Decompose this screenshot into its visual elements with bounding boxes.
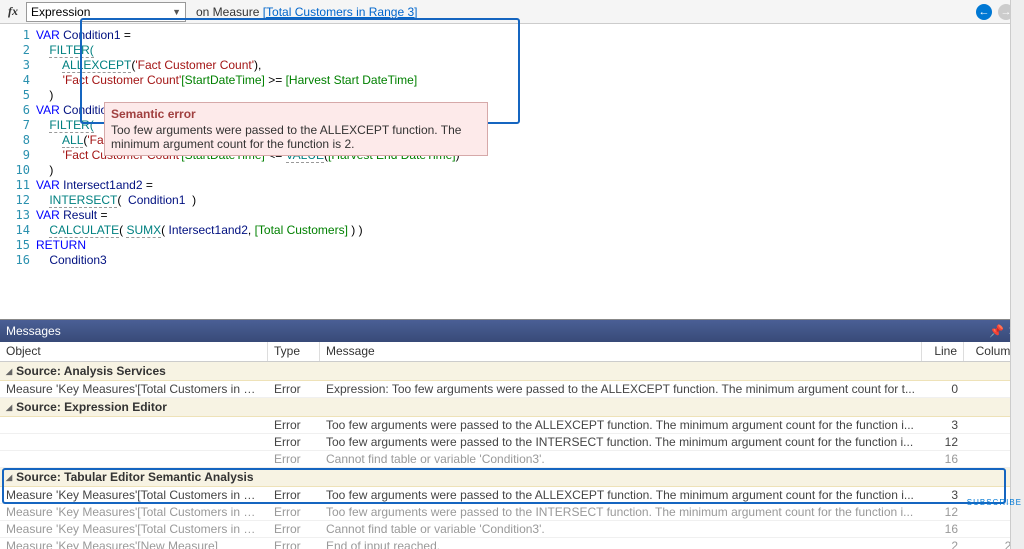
tooltip-title: Semantic error <box>111 107 481 121</box>
messages-header[interactable]: Messages 📌 ✕ <box>0 320 1024 342</box>
measure-link[interactable]: [Total Customers in Range 3] <box>263 5 418 19</box>
message-row[interactable]: Measure 'Key Measures'[Total Customers i… <box>0 521 1024 538</box>
chevron-down-icon: ▼ <box>172 7 181 17</box>
source-group[interactable]: ◢Source: Tabular Editor Semantic Analysi… <box>0 468 1024 487</box>
tooltip-body: Too few arguments were passed to the ALL… <box>111 123 461 151</box>
fx-icon: fx <box>4 4 22 19</box>
col-message[interactable]: Message <box>320 342 922 361</box>
expression-label: Expression <box>31 5 90 19</box>
messages-columns: Object Type Message Line Column <box>0 342 1024 362</box>
right-rail <box>1010 0 1024 549</box>
formula-bar: fx Expression ▼ on Measure [Total Custom… <box>0 0 1024 24</box>
expression-dropdown[interactable]: Expression ▼ <box>26 2 186 22</box>
subscribe-badge: SUBSCRIBE <box>967 498 1022 507</box>
message-row[interactable]: ErrorToo few arguments were passed to th… <box>0 434 1024 451</box>
source-group[interactable]: ◢Source: Analysis Services <box>0 362 1024 381</box>
message-row[interactable]: Measure 'Key Measures'[Total Customers i… <box>0 381 1024 398</box>
code-content[interactable]: VAR Condition1 = FILTER( ALLEXCEPT('Fact… <box>36 24 1024 319</box>
col-object[interactable]: Object <box>0 342 268 361</box>
col-type[interactable]: Type <box>268 342 320 361</box>
source-group[interactable]: ◢Source: Expression Editor <box>0 398 1024 417</box>
message-row[interactable]: Measure 'Key Measures'[Total Customers i… <box>0 487 1024 504</box>
messages-body[interactable]: ◢Source: Analysis ServicesMeasure 'Key M… <box>0 362 1024 549</box>
code-editor[interactable]: 12345678910111213141516 VAR Condition1 =… <box>0 24 1024 319</box>
pin-icon[interactable]: 📌 <box>989 324 1004 338</box>
messages-panel: Messages 📌 ✕ Object Type Message Line Co… <box>0 319 1024 549</box>
col-line[interactable]: Line <box>922 342 964 361</box>
message-row[interactable]: Measure 'Key Measures'[New Measure]Error… <box>0 538 1024 549</box>
line-gutter: 12345678910111213141516 <box>0 24 36 319</box>
error-tooltip: Semantic error Too few arguments were pa… <box>104 102 488 156</box>
nav-back-icon[interactable]: ← <box>976 4 992 20</box>
message-row[interactable]: Measure 'Key Measures'[Total Customers i… <box>0 504 1024 521</box>
message-row[interactable]: ErrorCannot find table or variable 'Cond… <box>0 451 1024 468</box>
messages-title: Messages <box>6 324 61 338</box>
message-row[interactable]: ErrorToo few arguments were passed to th… <box>0 417 1024 434</box>
on-measure-text: on Measure [Total Customers in Range 3] <box>190 5 423 19</box>
